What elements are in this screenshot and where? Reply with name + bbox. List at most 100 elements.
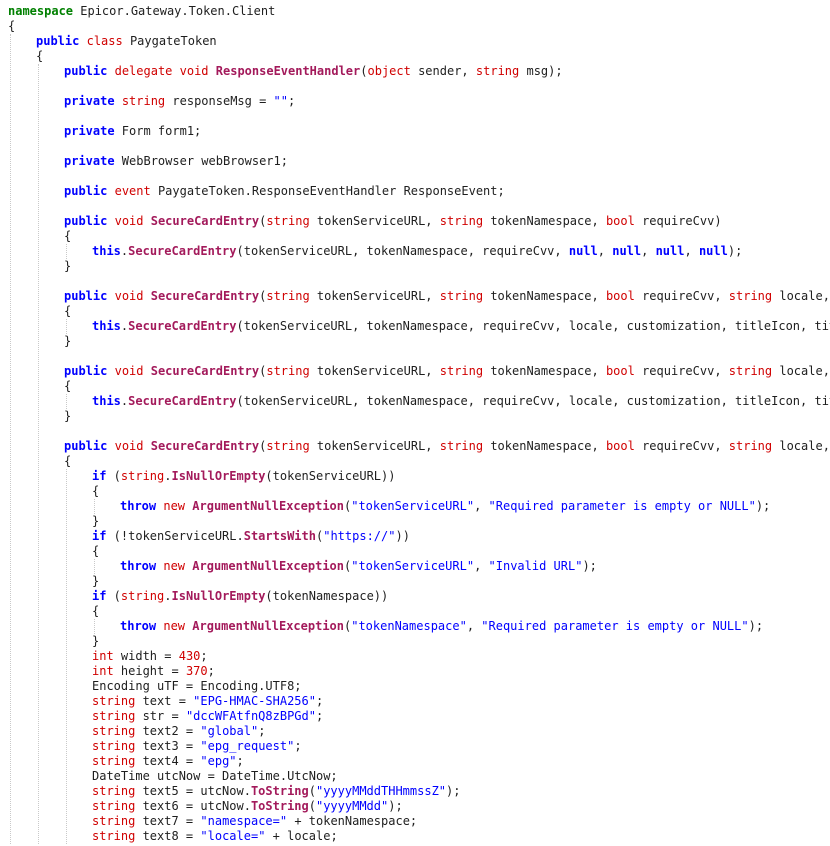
code-line: { <box>8 19 15 34</box>
code-token: width = <box>113 649 179 663</box>
code-token: "" <box>273 94 288 108</box>
code-token: if <box>92 589 107 603</box>
code-token: , <box>466 619 482 633</box>
code-token: string <box>728 289 773 303</box>
code-token: , <box>597 244 613 258</box>
code-token: tokenServiceURL, <box>309 214 440 228</box>
code-token: Epicor.Gateway.Token.Client <box>73 4 276 18</box>
code-token: null <box>655 244 685 258</box>
code-token: private <box>64 154 115 168</box>
code-token: PaygateToken.ResponseEventHandler Respon… <box>150 184 505 198</box>
code-token: string <box>120 469 165 483</box>
code-token: WebBrowser webBrowser1; <box>114 154 288 168</box>
code-token: tokenNamespace, <box>483 364 606 378</box>
code-token: ( <box>360 64 368 78</box>
code-line: if (string.IsNullOrEmpty(tokenServiceURL… <box>92 469 395 484</box>
code-token: class <box>86 34 123 48</box>
code-line: } <box>64 409 71 424</box>
code-line: string text5 = utcNow.ToString("yyyyMMdd… <box>92 784 460 799</box>
code-token: (!tokenServiceURL. <box>106 529 244 543</box>
code-line: string text6 = utcNow.ToString("yyyyMMdd… <box>92 799 403 814</box>
code-token: "tokenServiceURL" <box>351 499 475 513</box>
code-token: throw <box>120 559 157 573</box>
code-token: ); <box>582 559 597 573</box>
code-token: ( <box>106 469 121 483</box>
code-token: str = <box>135 709 186 723</box>
code-line: { <box>64 229 71 244</box>
code-token: "epg" <box>200 754 237 768</box>
code-token: text2 = <box>135 724 201 738</box>
code-token: locale, <box>779 439 830 453</box>
code-token: SecureCardEntry <box>128 244 237 258</box>
code-token: public <box>64 64 108 78</box>
code-token: "namespace=" <box>200 814 288 828</box>
code-token: null <box>698 244 728 258</box>
code-line: string text3 = "epg_request"; <box>92 739 302 754</box>
code-token: 430 <box>178 649 201 663</box>
code-line: { <box>64 379 71 394</box>
code-editor[interactable]: namespace Epicor.Gateway.Token.Client{pu… <box>0 0 830 846</box>
code-line: public void SecureCardEntry(string token… <box>64 289 830 304</box>
code-token: bool <box>605 214 635 228</box>
code-token: tokenNamespace, <box>483 289 606 303</box>
code-token: string <box>120 589 165 603</box>
code-line: throw new ArgumentNullException("tokenSe… <box>120 499 770 514</box>
code-token: void <box>179 64 209 78</box>
code-line: int width = 430; <box>92 649 208 664</box>
code-token: (tokenServiceURL)) <box>265 469 396 483</box>
code-token: tokenNamespace, <box>483 214 606 228</box>
code-token: void <box>114 364 144 378</box>
code-line: public void SecureCardEntry(string token… <box>64 214 722 229</box>
code-token: throw <box>120 619 157 633</box>
code-token: } <box>64 334 72 348</box>
code-token: ArgumentNullException <box>192 499 344 513</box>
code-token: "dccWFAtfnQ8zBPGd" <box>185 709 316 723</box>
code-token: throw <box>120 499 157 513</box>
code-token: msg); <box>519 64 563 78</box>
code-token: "yyyyMMddTHHmmssZ" <box>315 784 447 798</box>
code-token: string <box>92 754 136 768</box>
code-token: "Required parameter is empty or NULL" <box>481 619 749 633</box>
code-token: ); <box>755 499 771 513</box>
code-token: IsNullOrEmpty <box>171 469 266 483</box>
code-token: requireCvv, <box>634 439 729 453</box>
code-token: ToString <box>250 799 309 813</box>
code-token: public <box>64 214 108 228</box>
indent-guide <box>66 244 67 259</box>
code-token: . <box>164 469 172 483</box>
code-token: { <box>64 379 72 393</box>
code-token: text6 = utcNow. <box>135 799 251 813</box>
code-token: ); <box>748 619 764 633</box>
code-token: StartsWith <box>243 529 316 543</box>
code-token: ); <box>446 784 461 798</box>
code-token: if <box>92 469 107 483</box>
code-token: ; <box>315 694 324 708</box>
indent-guide <box>94 619 95 634</box>
code-token: ( <box>308 784 316 798</box>
code-line: } <box>92 574 99 589</box>
code-token: ; <box>258 724 266 738</box>
code-token: private <box>64 94 115 108</box>
code-token: int <box>92 649 114 663</box>
code-token: "locale=" <box>200 829 266 843</box>
code-token: private <box>64 124 115 138</box>
code-token: } <box>92 634 100 648</box>
code-line: { <box>92 604 99 619</box>
code-token: delegate <box>114 64 173 78</box>
code-token: text3 = <box>135 739 201 753</box>
code-token: { <box>64 454 72 468</box>
code-line: private WebBrowser webBrowser1; <box>64 154 288 169</box>
code-token: (tokenServiceURL, tokenNamespace, requir… <box>236 244 569 258</box>
indent-guide <box>38 64 39 844</box>
code-token: this <box>92 244 121 258</box>
code-token: new <box>163 619 186 633</box>
code-token: { <box>36 49 44 63</box>
code-line: int height = 370; <box>92 664 215 679</box>
